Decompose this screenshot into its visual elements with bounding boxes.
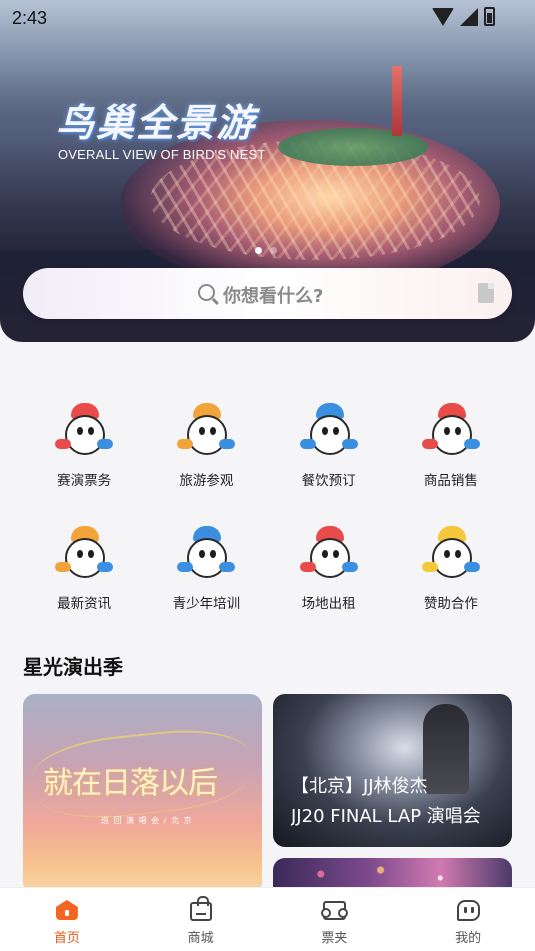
tab-profile[interactable]: 我的 [401,888,535,951]
service-label: 商品销售 [423,473,478,489]
service-item[interactable]: 场地出租 [268,504,390,627]
service-item[interactable]: 旅游参观 [145,381,267,504]
ticket-icon [321,901,349,920]
status-bar: 2:43 [0,0,535,36]
service-item[interactable]: 青少年培训 [145,504,267,627]
poster-subtitle: 巡 回 演 唱 会 / 北 京 [101,816,193,825]
mascot-sponsor-icon [420,524,482,586]
mascot-shop-icon [420,401,482,463]
stadium-pitch [278,128,428,166]
show-card-sunset-concert[interactable]: 就在日落以后 巡 回 演 唱 会 / 北 京 [23,694,262,894]
service-item[interactable]: 最新资讯 [23,504,145,627]
section-title: 星光演出季 [23,655,123,679]
carousel-dot-active[interactable] [255,247,262,254]
service-label: 场地出租 [301,595,356,612]
tab-label: 我的 [455,931,482,946]
show-card-jj20[interactable]: 【北京】JJ林俊杰 JJ20 FINAL LAP 演唱会 [273,694,512,847]
document-icon[interactable] [478,283,494,303]
status-icons [432,7,495,26]
tab-label: 票夹 [321,931,348,946]
carousel-dot[interactable] [270,247,277,254]
service-label: 青少年培训 [172,595,241,612]
shopping-bag-icon [189,896,212,921]
search-placeholder[interactable]: 你想看什么? [223,282,323,308]
status-time: 2:43 [12,8,48,28]
mascot-tour-icon [175,401,237,463]
service-label: 餐饮预订 [301,473,356,489]
home-icon [55,900,78,920]
tab-label: 首页 [53,931,80,946]
battery-icon [484,7,495,26]
search-bar[interactable]: 你想看什么? [23,268,512,319]
show-caption: 【北京】JJ林俊杰 JJ20 FINAL LAP 演唱会 [291,772,498,832]
show-caption-line2: JJ20 FINAL LAP 演唱会 [291,806,481,827]
cellular-signal-icon [460,7,478,26]
show-caption-line1: 【北京】JJ林俊杰 [291,776,428,797]
tab-label: 商城 [187,931,214,946]
service-label: 赞助合作 [423,595,478,612]
service-item[interactable]: 赞助合作 [390,504,512,627]
tab-mall[interactable]: 商城 [134,888,268,951]
service-label: 赛演票务 [57,473,112,489]
tv-tower-image [392,66,402,136]
service-label: 旅游参观 [179,473,234,489]
banner-subtitle: OVERALL VIEW OF BIRD'S NEST [58,147,266,162]
search-icon [198,284,215,301]
tab-tickets[interactable]: 票夹 [268,888,402,951]
bottom-tab-bar: 首页 商城 票夹 我的 [0,887,535,951]
service-item[interactable]: 赛演票务 [23,381,145,504]
mascot-rental-icon [298,524,360,586]
mascot-ticket-icon [53,401,115,463]
services-grid: 赛演票务 旅游参观 餐饮预订 商品销售最新资讯 青少年培训 场地出租 赞助合作 [23,381,512,626]
mascot-news-icon [53,524,115,586]
banner-title: 鸟巢全景游 [56,101,257,145]
profile-icon [457,900,481,921]
wifi-icon [432,7,454,26]
mascot-dining-icon [298,401,360,463]
mascot-training-icon [175,524,237,586]
service-label: 最新资讯 [57,595,112,612]
tab-home[interactable]: 首页 [0,888,134,951]
service-item[interactable]: 商品销售 [390,381,512,504]
service-item[interactable]: 餐饮预订 [268,381,390,504]
carousel-indicator [255,247,277,254]
poster-title: 就在日落以后 [43,766,218,801]
